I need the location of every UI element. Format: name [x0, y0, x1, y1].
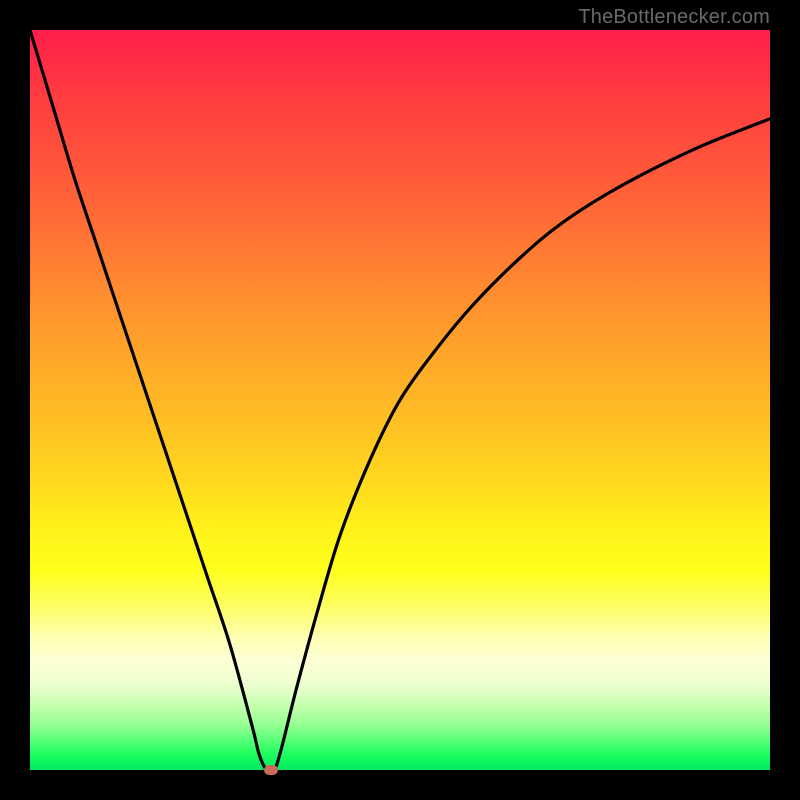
minimum-marker — [264, 765, 278, 775]
plot-area — [30, 30, 770, 770]
curve-path — [30, 30, 770, 772]
chart-frame: TheBottlenecker.com — [0, 0, 800, 800]
attribution-label: TheBottlenecker.com — [578, 6, 770, 29]
bottleneck-curve — [30, 30, 770, 770]
